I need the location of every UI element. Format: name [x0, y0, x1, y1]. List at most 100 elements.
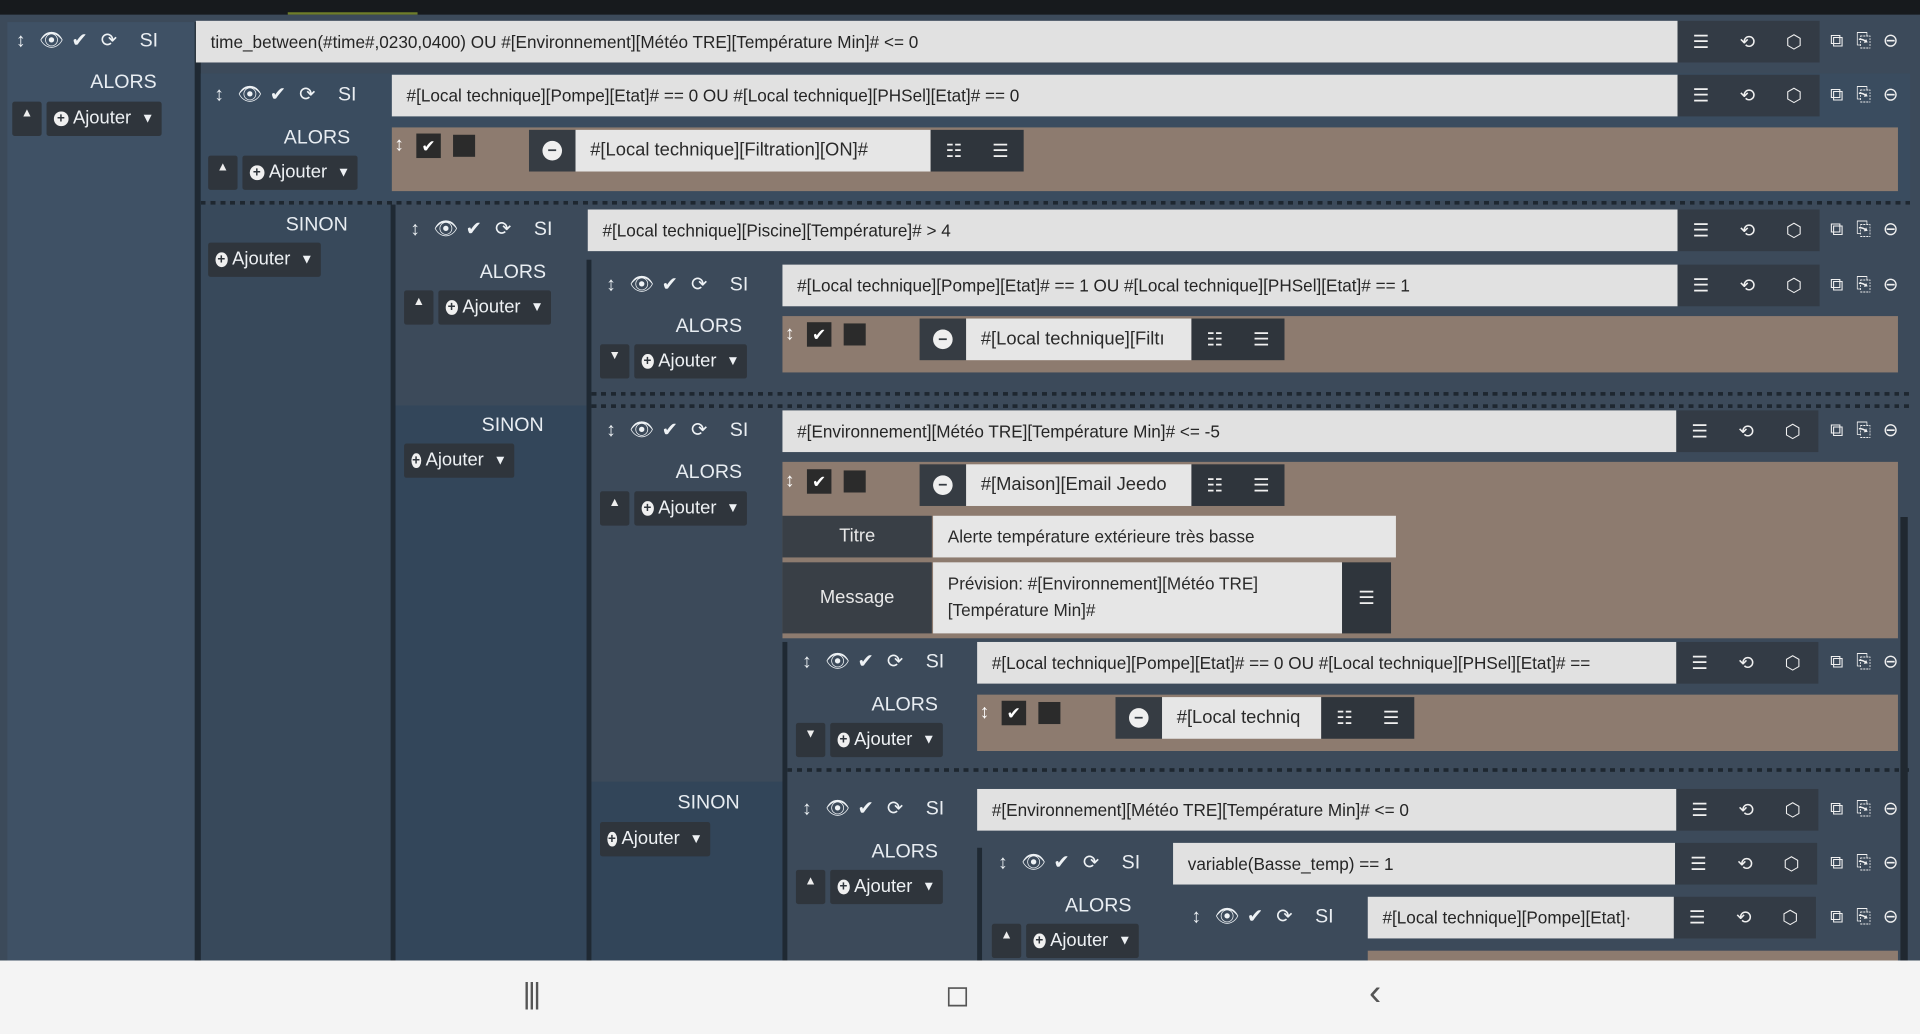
copy-icon[interactable]: ⧉ — [1824, 274, 1848, 295]
remove-block-icon[interactable]: ⊖ — [1878, 905, 1902, 928]
remove-block-icon[interactable]: ⊖ — [1878, 218, 1902, 240]
eye-icon[interactable]: 👁 — [238, 85, 263, 107]
remove-block-icon[interactable]: ⊖ — [1878, 83, 1902, 106]
list-icon[interactable]: ☰ — [1678, 85, 1725, 107]
move-icon[interactable]: ↕ — [600, 274, 622, 296]
condition-input[interactable]: #[Local technique][Pompe][Etat]· — [1367, 896, 1674, 939]
enable-checkbox[interactable]: ✔ — [806, 322, 832, 347]
collapse-button[interactable]: ▲ — [208, 155, 238, 190]
remove-block-icon[interactable]: ⊖ — [1878, 651, 1902, 673]
action-command-input[interactable]: #[Maison][Email Jeedo — [966, 464, 1192, 506]
collapse-button[interactable]: ▲ — [404, 290, 434, 325]
check-icon[interactable]: ✔ — [463, 219, 485, 241]
remove-action-button[interactable]: − — [919, 464, 967, 506]
add-button[interactable]: + Ajouter ▼ — [404, 443, 515, 478]
move-icon[interactable]: ↕ — [208, 85, 230, 107]
list-icon[interactable]: ☰ — [1675, 853, 1722, 875]
list-icon[interactable]: ☰ — [1678, 219, 1725, 242]
move-icon[interactable]: ↕ — [10, 31, 32, 53]
parallel-checkbox[interactable] — [453, 134, 476, 157]
copy-icon[interactable]: ⧉ — [1824, 798, 1848, 819]
move-icon[interactable]: ↕ — [1185, 907, 1207, 929]
move-icon[interactable]: ↕ — [992, 853, 1014, 875]
history-icon[interactable]: ⟲ — [1724, 219, 1771, 242]
check-icon[interactable]: ✔ — [659, 420, 681, 442]
copy-icon[interactable]: ⧉ — [1824, 906, 1848, 927]
list-icon[interactable]: ☰ — [992, 140, 1008, 162]
copy-icon[interactable]: ⧉ — [1824, 651, 1848, 672]
copy-icon[interactable]: ⧉ — [1824, 852, 1848, 873]
remove-action-button[interactable]: − — [528, 129, 576, 172]
move-icon[interactable]: ↕ — [785, 470, 795, 492]
refresh-icon[interactable]: ⟳ — [1273, 907, 1295, 929]
action-command-input[interactable]: #[Local technique][Filtration][ON]# — [575, 129, 931, 172]
move-icon[interactable]: ↕ — [600, 420, 622, 442]
cube-icon[interactable]: ⬡ — [1769, 799, 1816, 821]
collapse-button[interactable]: ▲ — [991, 923, 1022, 959]
copy-icon[interactable]: ⧉ — [1824, 219, 1848, 240]
paste-icon[interactable]: ⎘ — [1851, 420, 1875, 441]
move-icon[interactable]: ↕ — [785, 323, 795, 345]
collapse-button[interactable]: ▲ — [12, 101, 42, 136]
cube-icon[interactable]: ⬡ — [1771, 85, 1818, 107]
message-input[interactable]: Prévision: #[Environnement][Météo TRE][T… — [933, 562, 1343, 634]
list-icon[interactable]: ☰ — [1358, 587, 1374, 609]
expand-button[interactable]: ▼ — [600, 344, 630, 379]
collapse-button[interactable]: ▲ — [600, 491, 630, 526]
remove-block-icon[interactable]: ⊖ — [1878, 273, 1902, 295]
history-icon[interactable]: ⟲ — [1723, 652, 1770, 674]
refresh-icon[interactable]: ⟳ — [492, 219, 514, 241]
enable-checkbox[interactable]: ✔ — [416, 133, 441, 159]
list-icon[interactable]: ☰ — [1253, 328, 1269, 351]
list-icon[interactable]: ☰ — [1383, 707, 1399, 729]
paste-icon[interactable]: ⎘ — [1851, 274, 1875, 295]
enable-checkbox[interactable]: ✔ — [1001, 700, 1027, 726]
list-icon[interactable]: ☰ — [1676, 420, 1723, 442]
home-button[interactable]: ◻ — [945, 978, 969, 1014]
refresh-icon[interactable]: ⟳ — [688, 420, 710, 442]
cube-icon[interactable]: ⬡ — [1768, 853, 1815, 875]
add-button[interactable]: + Ajouter ▼ — [830, 869, 943, 905]
eye-icon[interactable]: 👁 — [433, 219, 458, 241]
cube-icon[interactable]: ⬡ — [1771, 274, 1818, 297]
remove-block-icon[interactable]: ⊖ — [1878, 29, 1902, 52]
move-icon[interactable]: ↕ — [796, 652, 818, 674]
list-icon[interactable]: ☰ — [1678, 31, 1725, 53]
collapse-button[interactable]: ▲ — [795, 869, 826, 905]
cube-icon[interactable]: ⬡ — [1769, 652, 1816, 674]
paste-icon[interactable]: ⎘ — [1851, 30, 1875, 51]
eye-icon[interactable]: 👁 — [39, 31, 64, 53]
remove-block-icon[interactable]: ⊖ — [1878, 419, 1902, 441]
scrollbar[interactable] — [1900, 517, 1908, 961]
condition-input[interactable]: #[Local technique][Piscine][Température]… — [587, 209, 1678, 252]
condition-input[interactable]: #[Local technique][Pompe][Etat]# == 0 OU… — [977, 641, 1677, 684]
check-icon[interactable]: ✔ — [69, 31, 91, 53]
refresh-icon[interactable]: ⟳ — [98, 31, 120, 53]
condition-input[interactable]: #[Local technique][Pompe][Etat]# == 1 OU… — [782, 264, 1678, 307]
check-icon[interactable]: ✔ — [855, 799, 877, 821]
eye-icon[interactable]: 👁 — [825, 799, 850, 821]
paste-icon[interactable]: ⎘ — [1851, 798, 1875, 819]
list-icon[interactable]: ☰ — [1676, 652, 1723, 674]
history-icon[interactable]: ⟲ — [1723, 420, 1770, 442]
check-icon[interactable]: ✔ — [659, 274, 681, 296]
action-command-input[interactable]: #[Local technique][Filtı — [966, 318, 1192, 361]
expand-button[interactable]: ▼ — [795, 722, 826, 758]
back-button[interactable]: ‹ — [1369, 973, 1381, 1015]
remove-block-icon[interactable]: ⊖ — [1878, 851, 1902, 874]
check-icon[interactable]: ✔ — [1051, 853, 1073, 875]
options-icon[interactable]: ☷ — [946, 140, 962, 162]
parallel-checkbox[interactable] — [1038, 701, 1061, 725]
eye-icon[interactable]: 👁 — [1021, 853, 1046, 875]
cube-icon[interactable]: ⬡ — [1771, 219, 1818, 242]
add-button[interactable]: + Ajouter ▼ — [1026, 923, 1139, 959]
list-icon[interactable]: ☰ — [1676, 799, 1723, 821]
add-button[interactable]: + Ajouter ▼ — [208, 242, 321, 277]
remove-action-button[interactable]: − — [919, 318, 967, 361]
add-button[interactable]: + Ajouter ▼ — [438, 290, 552, 325]
history-icon[interactable]: ⟲ — [1723, 799, 1770, 821]
options-icon[interactable]: ☷ — [1206, 328, 1222, 351]
history-icon[interactable]: ⟲ — [1722, 853, 1769, 875]
cube-icon[interactable]: ⬡ — [1771, 31, 1818, 53]
add-button[interactable]: + Ajouter ▼ — [242, 155, 358, 190]
